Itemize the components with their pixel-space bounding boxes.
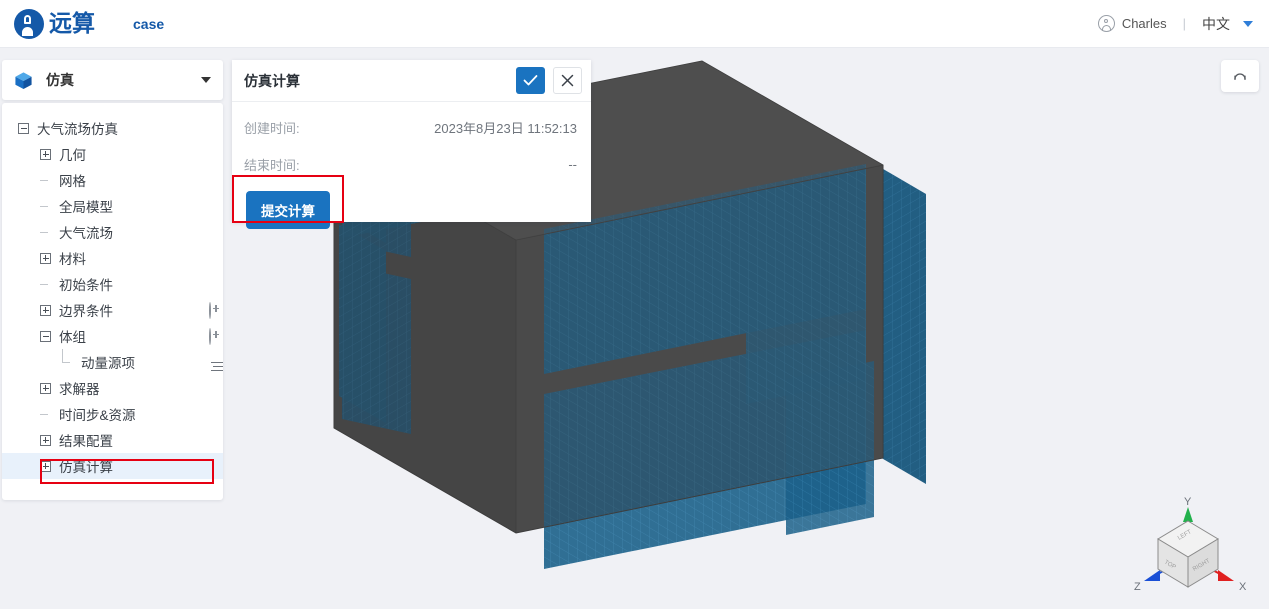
reset-view-icon — [1234, 73, 1246, 81]
z-axis-arrow-icon — [1144, 570, 1160, 581]
plus-circle[interactable] — [209, 327, 211, 345]
tree-item-4[interactable]: 大气流场 — [2, 219, 223, 245]
tree-guide-line — [40, 409, 51, 420]
tree-item-8[interactable]: 体组 — [2, 323, 223, 349]
sidebar-header[interactable]: 仿真 — [2, 60, 223, 100]
tree-item-label: 材料 — [59, 252, 86, 267]
cancel-button[interactable] — [553, 67, 582, 94]
language-label: 中文 — [1202, 15, 1230, 32]
tree-item-0[interactable]: 大气流场仿真 — [2, 115, 223, 141]
tree-item-label: 大气流场 — [59, 226, 113, 241]
reset-view-button[interactable] — [1221, 60, 1259, 92]
tree-item-3[interactable]: 全局模型 — [2, 193, 223, 219]
yuansuan-logo-icon — [14, 8, 44, 39]
tree-item-label: 全局模型 — [59, 200, 113, 215]
expand-icon[interactable] — [40, 434, 51, 446]
submit-computation-button[interactable]: 提交计算 — [246, 191, 330, 229]
tree-item-12[interactable]: 结果配置 — [2, 427, 223, 453]
tree-item-label: 动量源项 — [81, 356, 135, 371]
tree-item-5[interactable]: 材料 — [2, 245, 223, 271]
tree-item-label: 体组 — [59, 330, 86, 345]
view-orientation-cube[interactable]: Y X Z LEFT TOP RIGHT — [1126, 495, 1251, 603]
collapse-icon[interactable] — [40, 330, 51, 342]
collapse-icon[interactable] — [18, 122, 29, 134]
user-menu[interactable]: Charles — [1097, 15, 1167, 32]
chevron-down-icon[interactable] — [201, 77, 211, 83]
x-axis-arrow-icon — [1218, 570, 1234, 581]
tree-item-9[interactable]: 动量源项 — [2, 348, 223, 375]
sidebar-header-title: 仿真 — [46, 72, 74, 88]
tree-item-11[interactable]: 时间步&资源 — [2, 401, 223, 427]
header-divider: | — [1182, 16, 1186, 31]
plus-circle[interactable] — [209, 301, 211, 319]
end-time-value: -- — [568, 157, 577, 172]
brand-name: 远算 — [49, 10, 95, 36]
expand-icon[interactable] — [40, 252, 51, 264]
tree-item-2[interactable]: 网格 — [2, 167, 223, 193]
expand-icon[interactable] — [40, 148, 51, 160]
end-time-label: 结束时间: — [244, 158, 300, 173]
tree-item-13[interactable]: 仿真计算 — [2, 453, 223, 479]
blue-cube-icon — [15, 71, 32, 89]
tree-item-10[interactable]: 求解器 — [2, 375, 223, 401]
expand-icon[interactable] — [40, 304, 51, 316]
y-axis-arrow-icon — [1183, 507, 1193, 522]
add-icon[interactable] — [209, 301, 211, 319]
tree-item-1[interactable]: 几何 — [2, 141, 223, 167]
expand-icon[interactable] — [40, 460, 51, 472]
axis-label-z: Z — [1134, 581, 1141, 593]
tree-item-label: 初始条件 — [59, 278, 113, 293]
tree-guide-line — [40, 175, 51, 186]
language-switcher[interactable]: 中文 — [1202, 14, 1253, 34]
panel-title: 仿真计算 — [244, 72, 300, 89]
simulation-run-panel: 仿真计算 创建时间: 2023年8月23日 11:52:13 结束时间: -- — [232, 60, 591, 229]
tree-guide-line — [40, 279, 51, 290]
end-time-row: 结束时间: -- — [244, 153, 577, 176]
add-icon[interactable] — [209, 327, 211, 345]
brand[interactable]: 远算 — [14, 8, 95, 39]
panel-header: 仿真计算 — [232, 60, 591, 102]
tree-item-label: 时间步&资源 — [59, 408, 136, 423]
tree-item-label: 结果配置 — [59, 434, 113, 449]
close-icon — [561, 74, 574, 87]
created-time-row: 创建时间: 2023年8月23日 11:52:13 — [244, 116, 577, 139]
created-time-label: 创建时间: — [244, 121, 300, 136]
tree-guide-line — [40, 227, 51, 238]
tree-guide-line — [40, 201, 51, 212]
tree-item-6[interactable]: 初始条件 — [2, 271, 223, 297]
tree-item-7[interactable]: 边界条件 — [2, 297, 223, 323]
confirm-button[interactable] — [516, 67, 545, 94]
case-label[interactable]: case — [133, 16, 164, 32]
panel-body: 创建时间: 2023年8月23日 11:52:13 结束时间: -- 提交计算 — [232, 102, 591, 229]
tree-item-label: 几何 — [59, 148, 86, 163]
tree-item-label: 仿真计算 — [59, 460, 113, 475]
chevron-down-icon — [1243, 20, 1253, 27]
user-name: Charles — [1121, 16, 1167, 31]
tree-item-label: 求解器 — [59, 382, 100, 397]
axis-label-x: X — [1239, 581, 1247, 593]
header-right-group: Charles | 中文 — [1097, 14, 1253, 34]
user-avatar-icon — [1097, 15, 1115, 32]
check-icon — [523, 75, 538, 86]
tree-item-label: 边界条件 — [59, 304, 113, 319]
panel-actions — [516, 67, 582, 94]
app-header: 远算 case Charles | 中文 — [0, 0, 1269, 48]
tree-item-label: 大气流场仿真 — [37, 122, 118, 137]
tree-item-label: 网格 — [59, 174, 86, 189]
created-time-value: 2023年8月23日 11:52:13 — [434, 121, 577, 136]
tree-guide-line — [62, 348, 73, 368]
expand-icon[interactable] — [40, 382, 51, 394]
axis-label-y: Y — [1184, 496, 1192, 508]
simulation-tree-panel: 大气流场仿真几何网格全局模型大气流场材料初始条件边界条件体组动量源项求解器时间步… — [2, 103, 223, 500]
